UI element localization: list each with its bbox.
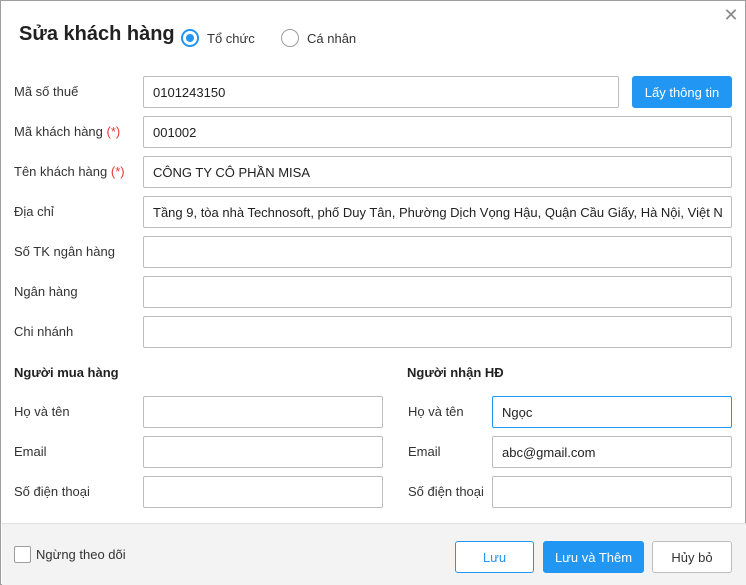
radio-organization[interactable]: Tổ chức (181, 28, 255, 48)
fetch-info-button[interactable]: Lấy thông tin (632, 76, 732, 108)
invoice-recipient-heading: Người nhận HĐ (407, 365, 504, 380)
buyer-name-input[interactable] (143, 396, 383, 428)
stop-tracking-checkbox[interactable] (14, 546, 31, 563)
customer-name-label-text: Tên khách hàng (14, 164, 108, 179)
branch-input[interactable] (143, 316, 732, 348)
tax-code-input[interactable] (143, 76, 619, 108)
save-and-add-button[interactable]: Lưu và Thêm (543, 541, 644, 573)
recipient-phone-label: Số điện thoại (408, 484, 484, 499)
required-mark: (*) (106, 124, 121, 139)
customer-name-label: Tên khách hàng (*) (14, 164, 125, 179)
branch-label: Chi nhánh (14, 324, 74, 339)
bank-account-input[interactable] (143, 236, 732, 268)
dialog-title: Sửa khách hàng (19, 23, 175, 45)
close-icon[interactable]: ✕ (721, 5, 741, 25)
recipient-name-input[interactable] (492, 396, 732, 428)
buyer-phone-input[interactable] (143, 476, 383, 508)
buyer-name-label: Họ và tên (14, 404, 70, 419)
buyer-email-input[interactable] (143, 436, 383, 468)
customer-code-label-text: Mã khách hàng (14, 124, 103, 139)
bank-label: Ngân hàng (14, 284, 78, 299)
buyer-heading: Người mua hàng (14, 365, 119, 380)
customer-code-label: Mã khách hàng (*) (14, 124, 120, 139)
recipient-email-input[interactable] (492, 436, 732, 468)
bank-account-label: Số TK ngân hàng (14, 244, 115, 259)
save-button[interactable]: Lưu (455, 541, 534, 573)
radio-individual-label: Cá nhân (307, 30, 357, 46)
customer-name-input[interactable] (143, 156, 732, 188)
address-input[interactable] (143, 196, 732, 228)
buyer-phone-label: Số điện thoại (14, 484, 90, 499)
bank-input[interactable] (143, 276, 732, 308)
required-mark: (*) (110, 164, 125, 179)
radio-checked-icon[interactable] (181, 29, 199, 47)
tax-code-label: Mã số thuế (14, 84, 79, 99)
stop-tracking-label[interactable]: Ngừng theo dõi (36, 547, 126, 562)
customer-code-input[interactable] (143, 116, 732, 148)
recipient-phone-input[interactable] (492, 476, 732, 508)
radio-individual[interactable]: Cá nhân (281, 28, 356, 48)
address-label: Địa chỉ (14, 204, 54, 219)
recipient-name-label: Họ và tên (408, 404, 464, 419)
radio-organization-label: Tổ chức (207, 30, 255, 46)
radio-unchecked-icon[interactable] (281, 29, 299, 47)
recipient-email-label: Email (408, 444, 441, 459)
buyer-email-label: Email (14, 444, 47, 459)
cancel-button[interactable]: Hủy bỏ (652, 541, 732, 573)
edit-customer-dialog: Sửa khách hàng ✕ Tổ chức Cá nhân Mã số t… (0, 0, 746, 585)
